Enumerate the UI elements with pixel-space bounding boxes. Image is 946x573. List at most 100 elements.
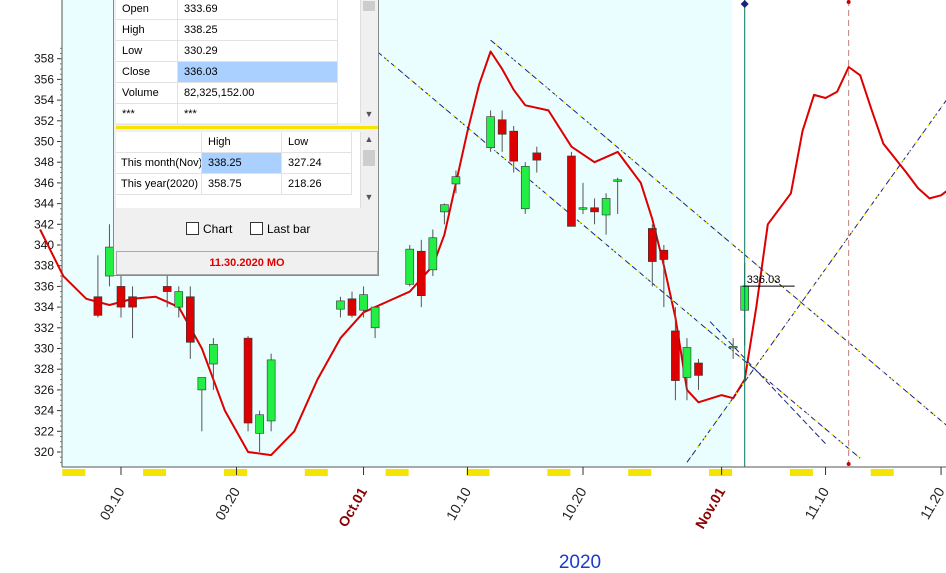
x-tick-label: Nov.01 — [692, 484, 728, 531]
checkbox-icon[interactable] — [186, 222, 199, 235]
scroll-down-arrow-icon[interactable]: ▼ — [361, 109, 377, 119]
bear-candle-body — [590, 207, 599, 213]
panel-divider — [116, 126, 378, 129]
ohlc-scrollbar[interactable]: ▼ — [360, 0, 377, 123]
bull-candle-body — [682, 347, 692, 378]
candle-10.12 — [486, 110, 495, 152]
candle-10.05 — [405, 245, 415, 287]
bear-candle-body — [128, 296, 137, 308]
high-value: 338.25 — [178, 20, 338, 41]
last-price-label: 336.03 — [747, 274, 781, 286]
bull-candle-body — [451, 176, 461, 185]
month-low: 327.24 — [282, 153, 352, 174]
weekend-marker — [223, 469, 247, 476]
weekend-marker — [304, 469, 328, 476]
bull-candle-body — [440, 204, 449, 213]
volume-value: 82,325,152.00 — [178, 83, 338, 104]
x-axis: 09.10 09.20 Oct.01 10.10 10.20 Nov.01 11.10 11.… — [62, 466, 946, 531]
bull-candle-body — [209, 344, 218, 365]
extra-label: *** — [116, 104, 178, 125]
bull-candle-body — [613, 179, 622, 182]
bull-candle-body — [336, 300, 345, 310]
bear-candle-body — [694, 362, 703, 376]
y-tick-label: 352 — [34, 114, 54, 128]
volume-label: Volume — [116, 83, 178, 104]
checkbox-icon[interactable] — [250, 222, 263, 235]
bull-candle-body — [266, 359, 276, 422]
weekend-marker — [709, 469, 733, 476]
y-tick-label: 334 — [34, 300, 54, 314]
y-tick-label: 326 — [34, 383, 54, 397]
x-tick-label: 11.20 — [917, 484, 946, 522]
close-label: Close — [116, 62, 178, 83]
bear-candle-body — [162, 286, 172, 292]
scroll-up-arrow-icon[interactable]: ▲ — [361, 134, 377, 144]
bull-candle-body — [359, 294, 368, 311]
y-tick-label: 342 — [34, 217, 54, 231]
year-label-cell: This year(2020) — [116, 174, 202, 195]
open-label: Open — [116, 0, 178, 20]
extra-value: *** — [178, 104, 338, 125]
scroll-down-arrow-icon[interactable]: ▼ — [361, 192, 377, 202]
ohlc-table: Open 333.69 High 338.25 Low 330.29 Close… — [116, 0, 377, 125]
y-tick-label: 336 — [34, 279, 54, 293]
y-tick-label: 346 — [34, 176, 54, 190]
bull-candle-body — [578, 207, 588, 210]
bear-candle-body — [647, 228, 657, 262]
bull-candle-body — [486, 116, 495, 149]
weekend-marker — [628, 469, 652, 476]
candle-09.21 — [243, 336, 253, 432]
y-tick-label: 322 — [34, 424, 54, 438]
bull-candle-body — [601, 198, 611, 216]
weekend-marker — [870, 469, 894, 476]
y-tick-label: 328 — [34, 362, 54, 376]
month-label: This month(Nov) — [116, 153, 202, 174]
close-value[interactable]: 336.03 — [178, 62, 338, 83]
open-value: 333.69 — [178, 0, 338, 20]
weekend-marker — [789, 469, 813, 476]
bear-candle-body — [186, 296, 195, 343]
bear-candle-body — [532, 152, 542, 161]
range-table: High Low This month(Nov) 338.25 327.24 T… — [116, 132, 377, 208]
low-value: 330.29 — [178, 41, 338, 62]
range-low-header: Low — [282, 132, 352, 153]
weekend-marker — [385, 469, 409, 476]
y-tick-label: 358 — [34, 52, 54, 66]
last-bar-checkbox[interactable]: Last bar — [250, 221, 310, 237]
forecast-bottom-dot-icon — [846, 462, 851, 466]
bear-candle-body — [243, 337, 253, 424]
bear-candle-body — [659, 249, 669, 260]
x-tick-label: 09.10 — [96, 484, 127, 523]
bear-candle-body — [671, 330, 680, 381]
weekend-marker — [547, 469, 571, 476]
year-label: 2020 — [559, 552, 601, 573]
bear-candle-body — [93, 296, 103, 316]
chart-checkbox[interactable]: Chart — [186, 221, 232, 237]
low-label: Low — [116, 41, 178, 62]
y-tick-label: 324 — [34, 404, 54, 418]
bull-candle-body — [428, 237, 438, 271]
range-scrollbar[interactable]: ▲ ▼ — [360, 132, 377, 208]
bear-candle-body — [509, 130, 519, 162]
bear-candle-body — [567, 155, 576, 227]
bear-candle-body — [347, 298, 357, 316]
y-tick-label: 356 — [34, 72, 54, 86]
bull-candle-body — [370, 306, 380, 329]
high-label: High — [116, 20, 178, 41]
x-tick-label: 09.20 — [212, 484, 243, 523]
bull-candle-body — [520, 166, 530, 210]
y-tick-label: 338 — [34, 259, 54, 273]
info-panel: Open 333.69 High 338.25 Low 330.29 Close… — [113, 0, 379, 276]
y-tick-label: 354 — [34, 93, 54, 107]
y-tick-label: 330 — [34, 342, 54, 356]
forecast-top-dot-icon — [846, 0, 851, 4]
candle-09.23 — [266, 353, 276, 432]
y-tick-label: 320 — [34, 445, 54, 459]
bull-candle-body — [174, 291, 184, 308]
y-tick-label: 332 — [34, 321, 54, 335]
year-low: 218.26 — [282, 174, 352, 195]
x-tick-label: 11.10 — [801, 484, 832, 522]
y-axis: 3203223243263283303323343363383403423443… — [34, 0, 63, 467]
y-tick-label: 350 — [34, 135, 54, 149]
month-high[interactable]: 338.25 — [202, 153, 282, 174]
